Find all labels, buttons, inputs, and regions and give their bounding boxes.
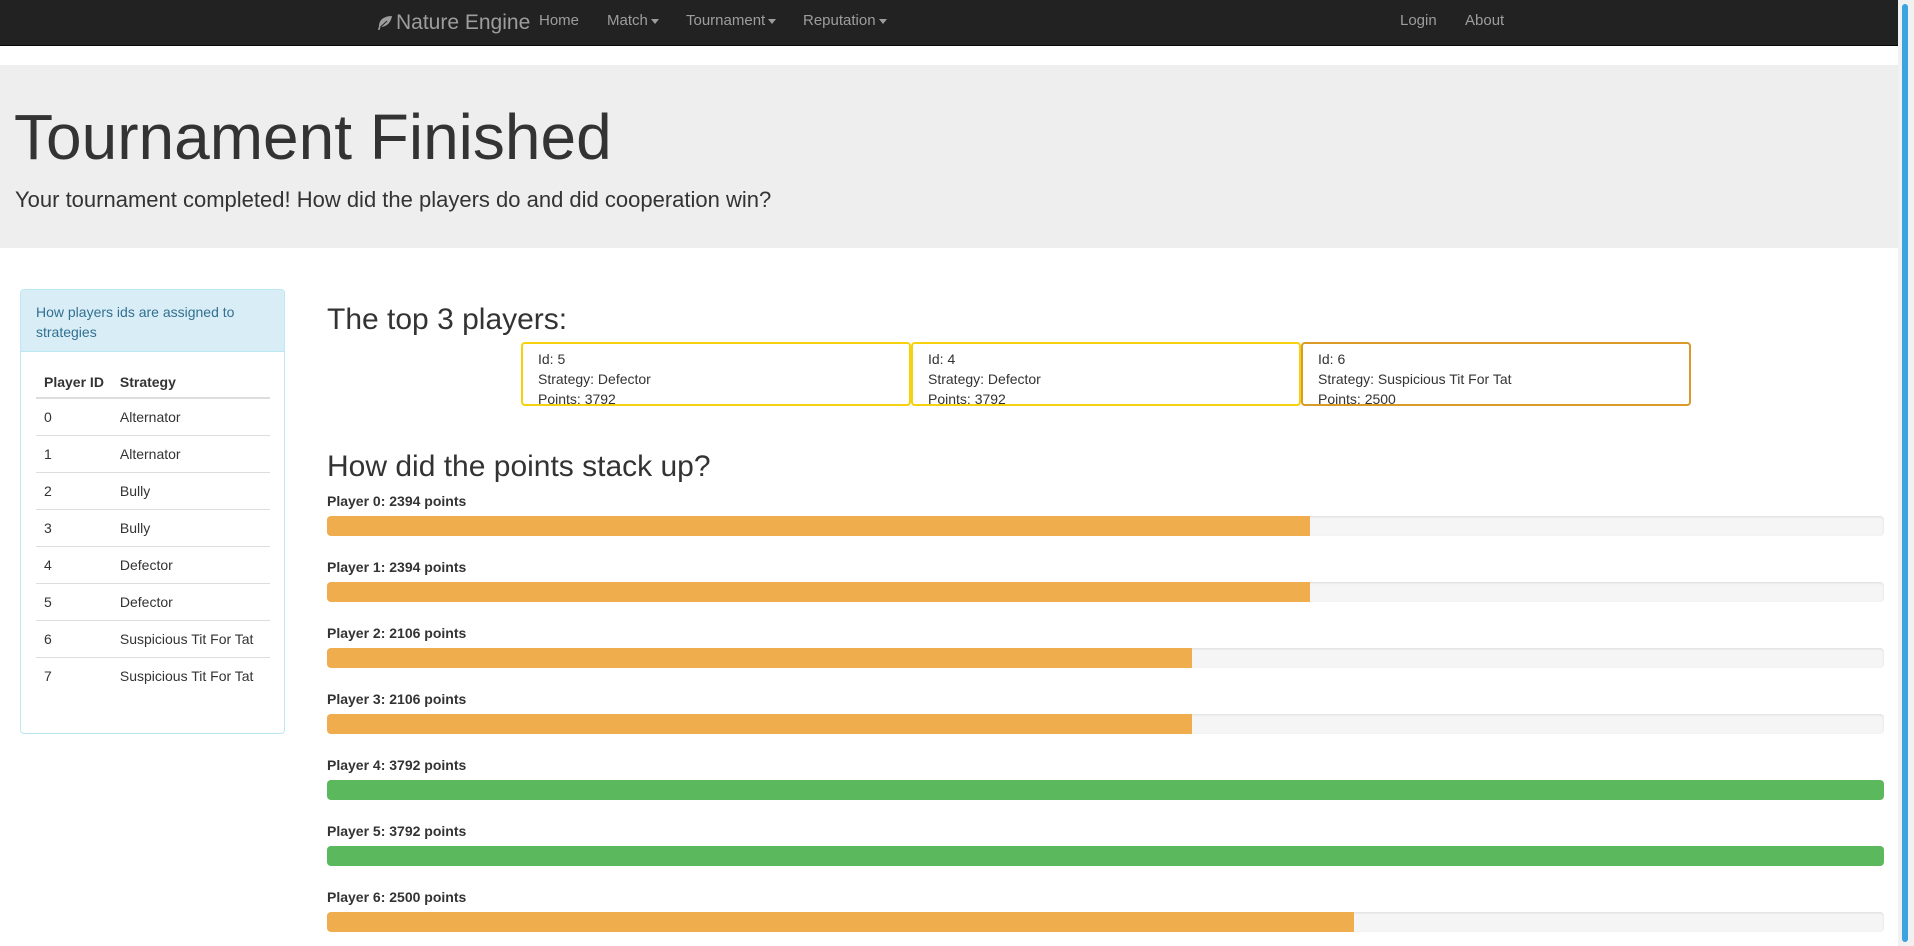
player-points-label: Player 0: 2394 points <box>327 493 467 509</box>
nav-tournament-dropdown[interactable]: Tournament <box>686 0 777 43</box>
page-title: Tournament Finished <box>14 101 612 173</box>
points-heading: How did the points stack up? <box>327 450 711 483</box>
top-navbar: Nature Engine Home Match Tournament Repu… <box>0 0 1898 46</box>
strategy-cell: Defector <box>111 546 270 584</box>
strategy-cell: Alternator <box>111 435 270 473</box>
table-header-row: Player ID Strategy <box>36 367 270 399</box>
player-id-cell: 6 <box>36 620 112 658</box>
top-player-card: Id: 5 Strategy: Defector Points: 3792 <box>521 342 911 407</box>
caret-down-icon <box>878 18 887 24</box>
progress-fill <box>327 846 1884 866</box>
card-points: Points: 3792 <box>538 391 616 407</box>
progress-fill <box>327 912 1354 932</box>
points-progress-bar <box>327 582 1884 602</box>
nav-match-dropdown[interactable]: Match <box>607 0 659 43</box>
strategy-cell: Defector <box>111 583 270 621</box>
card-id: Id: 6 <box>1318 351 1346 367</box>
progress-fill <box>327 780 1884 800</box>
player-id-cell: 4 <box>36 546 112 584</box>
brand-link[interactable]: Nature Engine <box>376 0 530 45</box>
player-id-cell: 0 <box>36 398 112 436</box>
caret-down-icon <box>768 18 777 24</box>
nav-reputation-dropdown[interactable]: Reputation <box>803 0 887 43</box>
caret-down-icon <box>650 18 659 24</box>
player-points-label: Player 1: 2394 points <box>327 559 467 575</box>
table-row: 3 Bully <box>36 509 270 547</box>
player-points-label: Player 4: 3792 points <box>327 757 467 773</box>
player-points-label: Player 6: 2500 points <box>327 889 467 905</box>
player-id-cell: 3 <box>36 509 112 547</box>
player-id-cell: 2 <box>36 472 112 510</box>
brand-name: Nature Engine <box>396 11 531 34</box>
card-points: Points: 3792 <box>928 391 1006 407</box>
scrollbar-thumb[interactable] <box>1902 4 1908 942</box>
card-strategy: Strategy: Defector <box>928 371 1041 387</box>
table-row: 7 Suspicious Tit For Tat <box>36 658 270 695</box>
table-row: 2 Bully <box>36 472 270 510</box>
player-id-cell: 1 <box>36 435 112 473</box>
player-points-label: Player 3: 2106 points <box>327 691 467 707</box>
strategy-cell: Alternator <box>111 398 270 436</box>
strategy-cell: Suspicious Tit For Tat <box>119 668 254 684</box>
card-points: Points: 2500 <box>1318 391 1396 407</box>
progress-fill <box>327 648 1192 668</box>
points-progress-bar <box>327 714 1884 734</box>
table-row: 4 Defector <box>36 546 270 584</box>
strategy-cell: Bully <box>111 472 270 510</box>
strategy-table: Player ID Strategy 0 Alternator 1 Alternat… <box>36 367 270 694</box>
points-progress-bar <box>327 846 1884 866</box>
points-progress-bar <box>327 648 1884 668</box>
card-strategy: Strategy: Suspicious Tit For Tat <box>1318 371 1512 387</box>
points-progress-bar <box>327 780 1884 800</box>
strategy-assignment-panel: How players ids are assigned to strategi… <box>20 289 285 734</box>
progress-fill <box>327 714 1192 734</box>
nav-login[interactable]: Login <box>1400 0 1437 43</box>
page-scrollbar[interactable] <box>1898 0 1914 946</box>
nav-tournament-label: Tournament <box>686 12 766 29</box>
table-row: 0 Alternator <box>36 398 270 436</box>
column-header-player-id: Player ID <box>36 367 112 399</box>
panel-heading: How players ids are assigned to strategi… <box>21 290 284 352</box>
card-strategy: Strategy: Defector <box>538 371 651 387</box>
column-header-strategy: Strategy <box>111 367 270 399</box>
page-subtitle: Your tournament completed! How did the p… <box>15 187 772 212</box>
nav-about[interactable]: About <box>1465 0 1504 43</box>
player-points-label: Player 5: 3792 points <box>327 823 467 839</box>
points-progress-bar <box>327 912 1884 932</box>
nav-home[interactable]: Home <box>539 0 579 43</box>
progress-fill <box>327 582 1310 602</box>
top-player-card: Id: 4 Strategy: Defector Points: 3792 <box>911 342 1301 407</box>
top-players-heading: The top 3 players: <box>327 303 568 336</box>
progress-fill <box>327 516 1310 536</box>
leaf-icon <box>378 15 392 30</box>
strategy-cell: Suspicious Tit For Tat <box>111 620 270 658</box>
player-points-label: Player 2: 2106 points <box>327 625 467 641</box>
table-row: 5 Defector <box>36 583 270 621</box>
nav-reputation-label: Reputation <box>803 12 876 29</box>
table-row: 6 Suspicious Tit For Tat <box>36 620 270 658</box>
player-id-cell: 7 <box>44 668 52 684</box>
points-progress-bar <box>327 516 1884 536</box>
nav-match-label: Match <box>607 12 648 29</box>
top-player-card: Id: 6 Strategy: Suspicious Tit For Tat P… <box>1301 342 1691 407</box>
strategy-cell: Bully <box>111 509 270 547</box>
card-id: Id: 5 <box>538 351 566 367</box>
table-row: 1 Alternator <box>36 435 270 473</box>
card-id: Id: 4 <box>928 351 956 367</box>
player-id-cell: 5 <box>36 583 112 621</box>
